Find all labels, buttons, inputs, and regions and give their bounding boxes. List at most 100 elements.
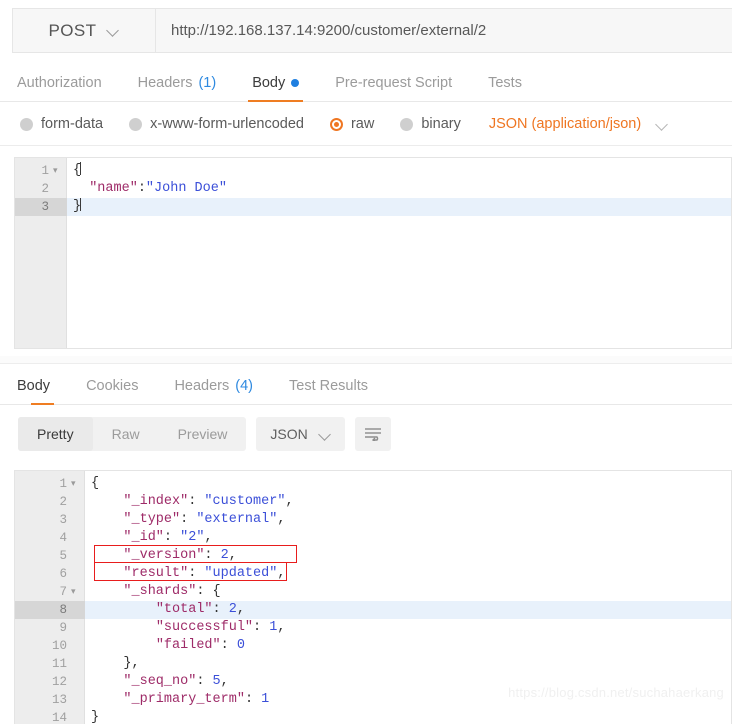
response-view-mode-group: PrettyRawPreview bbox=[18, 417, 246, 451]
code-line[interactable]: 3 "_type": "external", bbox=[15, 511, 731, 529]
tab-headers[interactable]: Headers(4) bbox=[156, 378, 271, 404]
response-toolbar: PrettyRawPreview JSON bbox=[0, 405, 732, 463]
tab-label: Body bbox=[252, 75, 285, 91]
body-type-option-raw[interactable]: raw bbox=[330, 116, 374, 132]
line-number: 2 bbox=[15, 180, 49, 198]
body-type-option-x-www-form-urlencoded[interactable]: x-www-form-urlencoded bbox=[129, 116, 304, 132]
line-number: 11 bbox=[15, 655, 67, 673]
tab-headers[interactable]: Headers(1) bbox=[120, 75, 235, 101]
text-cursor bbox=[80, 162, 81, 175]
response-format-selector[interactable]: JSON bbox=[256, 417, 344, 451]
code-line[interactable]: 11 }, bbox=[15, 655, 731, 673]
code-text: "successful": 1, bbox=[91, 619, 285, 637]
tab-label: Tests bbox=[488, 75, 522, 91]
tab-body[interactable]: Body bbox=[17, 378, 68, 404]
panel-divider[interactable] bbox=[0, 356, 732, 363]
tab-pre-request-script[interactable]: Pre-request Script bbox=[317, 75, 470, 101]
view-mode-pretty[interactable]: Pretty bbox=[18, 417, 93, 451]
view-mode-raw[interactable]: Raw bbox=[93, 417, 159, 451]
line-number: 12 bbox=[15, 673, 67, 691]
code-text: }, bbox=[91, 655, 140, 673]
line-number: 13 bbox=[15, 691, 67, 709]
tab-cookies[interactable]: Cookies bbox=[68, 378, 156, 404]
chevron-down-icon bbox=[108, 25, 119, 36]
radio-unselected-icon[interactable] bbox=[20, 118, 33, 131]
code-line[interactable]: 1▾{ bbox=[15, 162, 731, 180]
line-number: 8 bbox=[15, 601, 85, 619]
view-mode-preview[interactable]: Preview bbox=[159, 417, 247, 451]
code-text: "failed": 0 bbox=[91, 637, 245, 655]
body-type-option-form-data[interactable]: form-data bbox=[20, 116, 103, 132]
code-text: "_primary_term": 1 bbox=[91, 691, 269, 709]
line-number: 3 bbox=[15, 511, 67, 529]
radio-unselected-icon[interactable] bbox=[400, 118, 413, 131]
code-line[interactable]: 2 "name":"John Doe" bbox=[15, 180, 731, 198]
line-number: 2 bbox=[15, 493, 67, 511]
request-url-input[interactable]: http://192.168.137.14:9200/customer/exte… bbox=[156, 9, 732, 52]
code-line[interactable]: 1▾ { bbox=[15, 475, 731, 493]
line-number: 14 bbox=[15, 709, 67, 724]
radio-unselected-icon[interactable] bbox=[129, 118, 142, 131]
tab-label: Cookies bbox=[86, 378, 138, 394]
line-number: 10 bbox=[15, 637, 67, 655]
tab-body[interactable]: Body bbox=[234, 75, 317, 101]
postman-window: POST http://192.168.137.14:9200/customer… bbox=[0, 0, 732, 724]
code-text: "_seq_no": 5, bbox=[91, 673, 229, 691]
http-method-selector[interactable]: POST bbox=[13, 9, 156, 52]
fold-toggle-icon[interactable]: ▾ bbox=[71, 475, 76, 493]
body-modified-dot-icon bbox=[291, 79, 299, 87]
content-type-selector[interactable]: JSON (application/json) bbox=[489, 116, 641, 132]
body-type-option-binary[interactable]: binary bbox=[400, 116, 461, 132]
line-number: 1 bbox=[15, 475, 67, 493]
chevron-down-icon[interactable] bbox=[657, 119, 668, 130]
code-line[interactable]: 8 "total": 2, bbox=[15, 601, 731, 619]
tab-label: Test Results bbox=[289, 378, 368, 394]
tab-label: Authorization bbox=[17, 75, 102, 91]
code-line[interactable]: 5 "_version": 2, bbox=[15, 547, 731, 565]
line-number: 7 bbox=[15, 583, 67, 601]
tab-tests[interactable]: Tests bbox=[470, 75, 540, 101]
request-tabs: Authorization Headers(1) Body Pre-request S… bbox=[0, 62, 732, 102]
line-number: 6 bbox=[15, 565, 67, 583]
code-text: "_version": 2, bbox=[91, 547, 237, 565]
body-type-label: binary bbox=[421, 116, 461, 132]
code-text: "_type": "external", bbox=[91, 511, 285, 529]
body-type-row: form-datax-www-form-urlencodedrawbinary … bbox=[0, 103, 732, 146]
code-line[interactable]: 14} bbox=[15, 709, 731, 724]
code-text: "_id": "2", bbox=[91, 529, 213, 547]
fold-toggle-icon[interactable]: ▾ bbox=[53, 162, 58, 180]
tab-count: (4) bbox=[235, 378, 253, 394]
code-text: } bbox=[91, 709, 99, 724]
chevron-down-icon bbox=[320, 429, 331, 440]
code-line[interactable]: 2 "_index": "customer", bbox=[15, 493, 731, 511]
request-body-editor[interactable]: 1▾{2 "name":"John Doe"3} bbox=[14, 157, 732, 349]
line-number: 3 bbox=[15, 198, 67, 216]
line-number: 4 bbox=[15, 529, 67, 547]
radio-selected-icon[interactable] bbox=[330, 118, 343, 131]
code-text: { bbox=[91, 475, 99, 493]
code-text: "_shards": { bbox=[91, 583, 221, 601]
response-body-viewer[interactable]: 1▾{2 "_index": "customer",3 "_type": "ex… bbox=[14, 470, 732, 724]
tab-test-results[interactable]: Test Results bbox=[271, 378, 386, 404]
fold-toggle-icon[interactable]: ▾ bbox=[71, 583, 76, 601]
tab-authorization[interactable]: Authorization bbox=[17, 75, 120, 101]
code-text: "total": 2, bbox=[91, 601, 245, 619]
text-cursor bbox=[80, 198, 81, 211]
response-format-label: JSON bbox=[270, 426, 307, 442]
code-text: } bbox=[73, 198, 81, 216]
response-tabs: Body Cookies Headers(4) Test Results bbox=[0, 363, 732, 405]
request-url-bar: POST http://192.168.137.14:9200/customer… bbox=[12, 8, 732, 53]
code-line[interactable]: 9 "successful": 1, bbox=[15, 619, 731, 637]
tab-label: Body bbox=[17, 378, 50, 394]
code-line[interactable]: 10 "failed": 0 bbox=[15, 637, 731, 655]
code-line[interactable]: 12 "_seq_no": 5, bbox=[15, 673, 731, 691]
code-line[interactable]: 7▾ "_shards": { bbox=[15, 583, 731, 601]
body-type-label: raw bbox=[351, 116, 374, 132]
code-text: "name":"John Doe" bbox=[73, 180, 227, 198]
code-line[interactable]: 6 "result": "updated", bbox=[15, 565, 731, 583]
http-method-label: POST bbox=[49, 21, 97, 41]
code-line[interactable]: 3} bbox=[15, 198, 731, 216]
code-line[interactable]: 4 "_id": "2", bbox=[15, 529, 731, 547]
code-line[interactable]: 13 "_primary_term": 1 bbox=[15, 691, 731, 709]
wrap-lines-button[interactable] bbox=[355, 417, 391, 451]
